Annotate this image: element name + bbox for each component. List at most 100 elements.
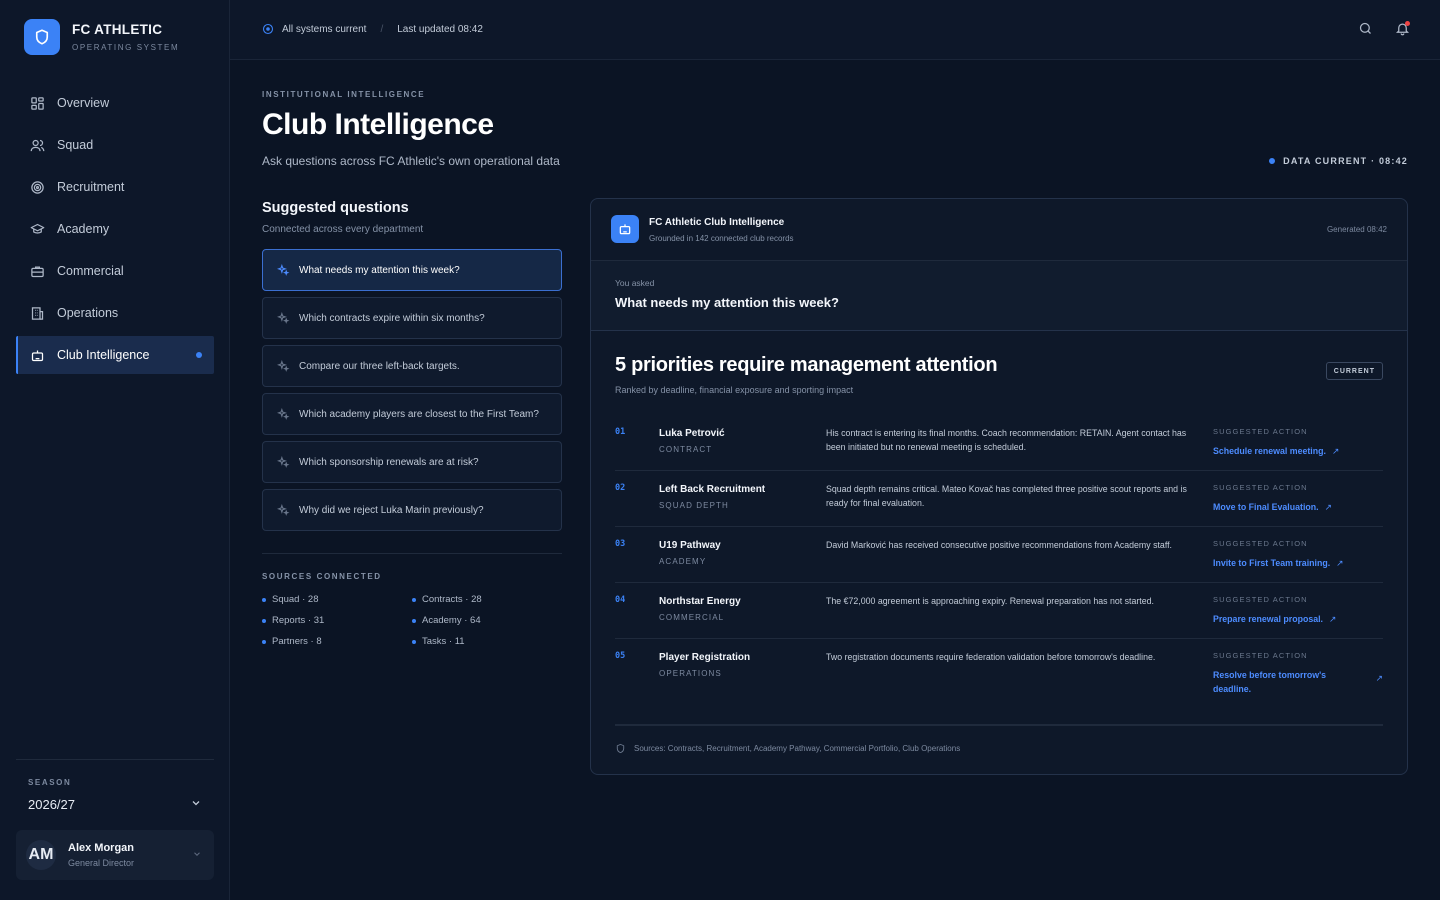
notification-dot — [1405, 21, 1410, 26]
question-button[interactable]: Which sponsorship renewals are at risk? — [262, 441, 562, 483]
priority-category: SQUAD DEPTH — [659, 501, 729, 510]
priority-row: 01 Luka Petrović CONTRACT His contract i… — [615, 415, 1383, 471]
intelligence-panel: FC Athletic Club Intelligence Grounded i… — [590, 198, 1408, 775]
source-label: Partners · 8 — [272, 636, 322, 647]
question-label: What needs my attention this week? — [299, 264, 460, 276]
question-button[interactable]: Compare our three left-back targets. — [262, 345, 562, 387]
bullet-dot — [262, 597, 266, 602]
action-label: Invite to First Team training. — [1213, 558, 1331, 568]
top-bar: All systems current / Last updated 08:42 — [230, 0, 1440, 60]
sidebar-item-label: Commercial — [57, 264, 124, 278]
action-label: Schedule renewal meeting. — [1213, 446, 1326, 456]
user-role: General Director — [68, 858, 135, 868]
status-separator: / — [380, 23, 384, 35]
suggested-action-label: SUGGESTED ACTION — [1213, 595, 1308, 604]
target-icon — [29, 179, 45, 195]
bell-icon[interactable] — [1395, 21, 1410, 41]
sparkles-icon — [277, 455, 291, 469]
arrow-up-right-icon: ↗ — [1329, 614, 1337, 624]
priority-description: Squad depth remains critical. Mateo Kova… — [826, 484, 1187, 508]
bullet-dot — [412, 618, 416, 623]
suggested-questions-list: What needs my attention this week? Which… — [262, 249, 562, 537]
chevron-down-icon — [192, 846, 202, 864]
priority-row: 02 Left Back Recruitment SQUAD DEPTH Squ… — [615, 471, 1383, 527]
bot-icon — [611, 215, 639, 243]
shield-icon — [24, 19, 60, 55]
suggested-action-label: SUGGESTED ACTION — [1213, 651, 1308, 660]
sidebar: FC ATHLETIC OPERATING SYSTEM Overview Sq… — [0, 0, 230, 900]
suggested-action-link[interactable]: Prepare renewal proposal. ↗ — [1213, 612, 1383, 626]
brand[interactable]: FC ATHLETIC OPERATING SYSTEM — [24, 19, 179, 55]
suggested-action-label: SUGGESTED ACTION — [1213, 427, 1308, 436]
panel-subtitle: Grounded in 142 connected club records — [649, 234, 794, 243]
brand-subtitle: OPERATING SYSTEM — [72, 43, 180, 52]
question-label: Which academy players are closest to the… — [299, 408, 539, 420]
sidebar-nav: Overview Squad Recruitment Academy Comme… — [16, 84, 214, 378]
sparkles-icon — [277, 263, 291, 277]
priority-row: 03 U19 Pathway ACADEMY David Marković ha… — [615, 527, 1383, 583]
sources-footer-text: Sources: Contracts, Recruitment, Academy… — [634, 744, 961, 753]
question-button[interactable]: Which contracts expire within six months… — [262, 297, 562, 339]
priority-description: The €72,000 agreement is approaching exp… — [826, 596, 1154, 606]
brand-name: FC ATHLETIC — [72, 22, 163, 37]
suggested-action-link[interactable]: Resolve before tomorrow's deadline. ↗ — [1213, 668, 1383, 696]
asked-question-block: You asked What needs my attention this w… — [591, 261, 1407, 331]
bot-icon — [29, 347, 45, 363]
priority-category: CONTRACT — [659, 445, 713, 454]
status-text: All systems current — [282, 23, 367, 35]
sparkles-icon — [277, 311, 291, 325]
user-name: Alex Morgan — [68, 842, 135, 854]
source-label: Tasks · 11 — [422, 636, 465, 647]
building-icon — [29, 305, 45, 321]
source-label: Reports · 31 — [272, 615, 325, 626]
grid-icon — [29, 95, 45, 111]
source-item: Reports · 31 — [262, 615, 412, 626]
search-icon[interactable] — [1358, 21, 1373, 41]
source-label: Academy · 64 — [422, 615, 481, 626]
sidebar-item-commercial[interactable]: Commercial — [16, 252, 214, 290]
priority-name: U19 Pathway — [659, 540, 721, 551]
briefcase-icon — [29, 263, 45, 279]
season-label: SEASON — [28, 778, 72, 787]
chevron-down-icon — [190, 797, 202, 812]
data-current-text: DATA CURRENT · 08:42 — [1283, 156, 1408, 166]
bullet-dot — [412, 597, 416, 602]
panel-title: FC Athletic Club Intelligence — [649, 217, 785, 228]
user-menu[interactable]: AM Alex Morgan General Director — [16, 830, 214, 880]
data-current-indicator: DATA CURRENT · 08:42 — [1269, 156, 1408, 166]
suggested-action-link[interactable]: Schedule renewal meeting. ↗ — [1213, 444, 1383, 458]
status-dot — [1269, 158, 1276, 164]
priority-number: 01 — [615, 427, 626, 437]
sidebar-item-club-intelligence[interactable]: Club Intelligence — [16, 336, 214, 374]
action-label: Resolve before tomorrow's deadline. — [1213, 670, 1327, 694]
sidebar-item-academy[interactable]: Academy — [16, 210, 214, 248]
priority-description: His contract is entering its final month… — [826, 428, 1187, 452]
last-updated: Last updated 08:42 — [397, 23, 483, 35]
question-button[interactable]: What needs my attention this week? — [262, 249, 562, 291]
question-label: Which contracts expire within six months… — [299, 312, 485, 324]
sidebar-item-squad[interactable]: Squad — [16, 126, 214, 164]
question-button[interactable]: Which academy players are closest to the… — [262, 393, 562, 435]
priority-name: Luka Petrović — [659, 428, 725, 439]
season-dropdown[interactable]: 2026/27 — [16, 787, 214, 812]
source-item: Contracts · 28 — [412, 594, 562, 605]
question-label: Compare our three left-back targets. — [299, 360, 460, 372]
season-value: 2026/27 — [28, 797, 75, 812]
suggested-action-link[interactable]: Invite to First Team training. ↗ — [1213, 556, 1383, 570]
sidebar-item-operations[interactable]: Operations — [16, 294, 214, 332]
asked-label: You asked — [615, 278, 655, 288]
priority-number: 03 — [615, 539, 626, 549]
result-title: 5 priorities require management attentio… — [615, 354, 998, 376]
season-selector: SEASON 2026/27 — [16, 759, 214, 812]
panel-header: FC Athletic Club Intelligence Grounded i… — [591, 199, 1407, 261]
sources-title: SOURCES CONNECTED — [262, 572, 382, 581]
sidebar-item-overview[interactable]: Overview — [16, 84, 214, 122]
shield-icon — [615, 743, 626, 754]
source-item: Partners · 8 — [262, 636, 412, 647]
page-subtitle: Ask questions across FC Athletic's own o… — [262, 154, 560, 168]
source-label: Squad · 28 — [272, 594, 319, 605]
result-subtitle: Ranked by deadline, financial exposure a… — [615, 385, 854, 395]
suggested-action-link[interactable]: Move to Final Evaluation. ↗ — [1213, 500, 1383, 514]
sidebar-item-recruitment[interactable]: Recruitment — [16, 168, 214, 206]
question-button[interactable]: Why did we reject Luka Marin previously? — [262, 489, 562, 531]
